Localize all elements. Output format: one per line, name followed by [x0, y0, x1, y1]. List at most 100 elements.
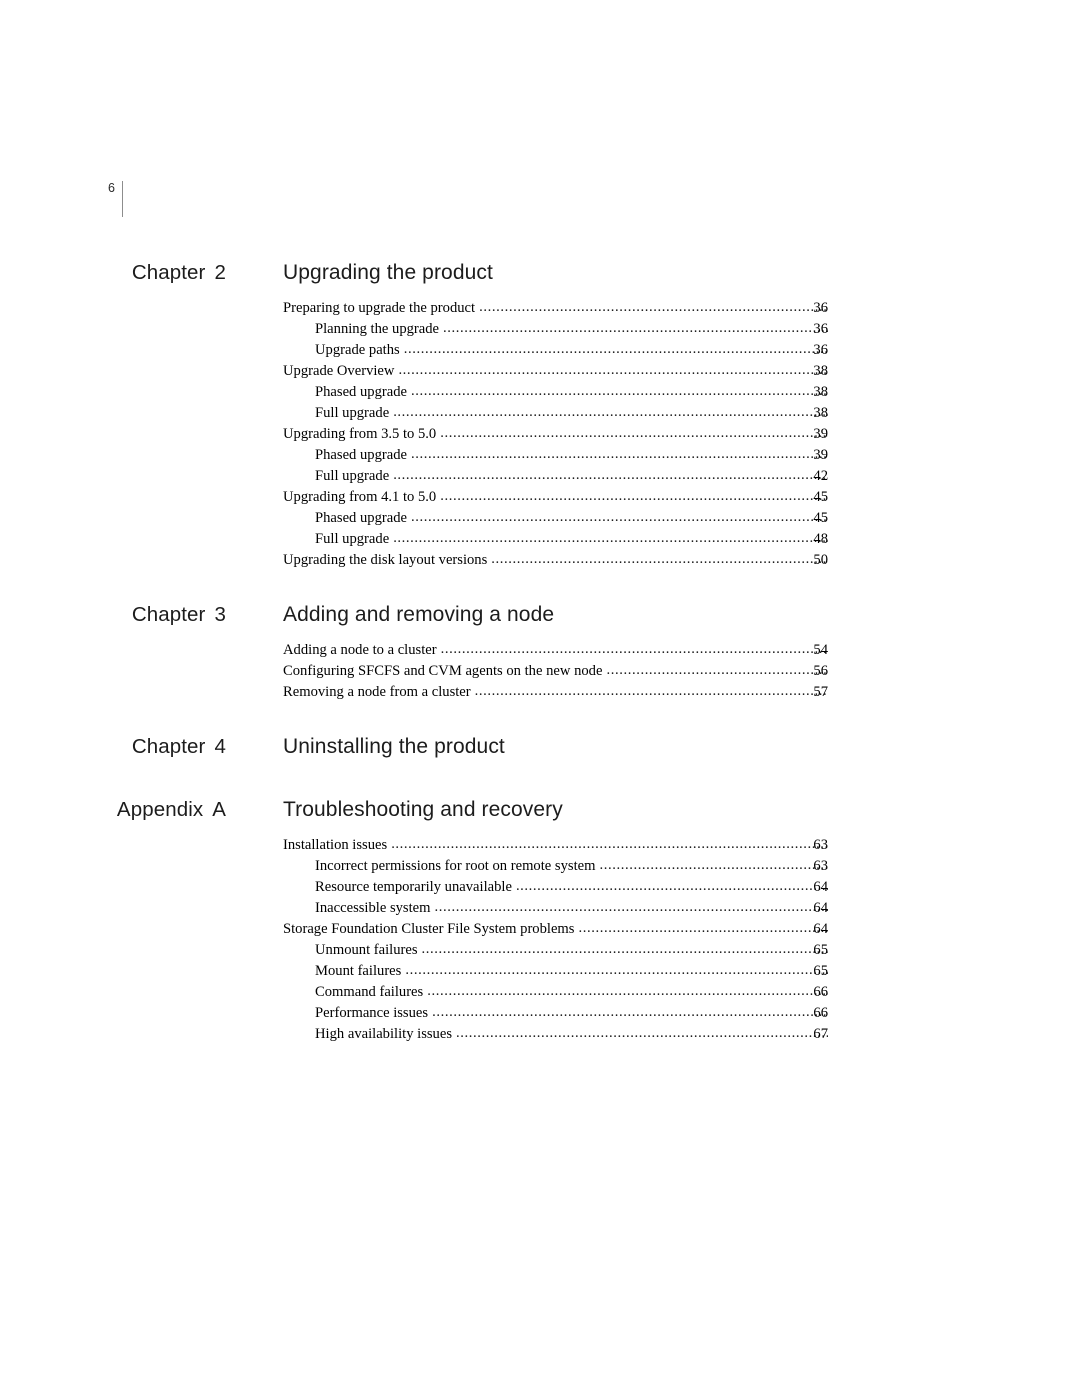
toc-entry[interactable]: Removing a node from a cluster..........…	[0, 682, 1080, 703]
toc-entry-page-number: 54	[813, 642, 828, 658]
chapter-label: Chapter 2	[0, 258, 226, 288]
toc-entry-title: Upgrading the disk layout versions	[283, 552, 488, 568]
toc-dot-leader: ........................................…	[411, 446, 828, 462]
toc-entry[interactable]: Preparing to upgrade the product........…	[0, 298, 1080, 319]
chapter-label-word: Appendix	[116, 798, 204, 821]
toc-entry[interactable]: Full upgrade............................…	[0, 529, 1080, 550]
toc-dot-leader: ........................................…	[440, 425, 828, 441]
chapter-heading[interactable]: Chapter 4 Uninstalling the product	[0, 732, 1080, 766]
toc-entry-page-number: 45	[813, 489, 828, 505]
toc-entry-page-number: 63	[813, 858, 828, 874]
toc-entry[interactable]: Command failures........................…	[0, 982, 1080, 1003]
toc-dot-leader: ........................................…	[440, 641, 828, 657]
toc-entry-page-number: 42	[813, 468, 828, 484]
toc-entry-page-number: 64	[813, 921, 828, 937]
toc-entry-title: High availability issues	[315, 1026, 453, 1042]
chapter-label-word: Chapter	[131, 735, 206, 758]
toc-entry-title: Full upgrade	[315, 531, 390, 547]
toc-entry-page-number: 67	[813, 1026, 828, 1042]
toc-entry-title: Removing a node from a cluster	[283, 684, 471, 700]
toc-dot-leader: ........................................…	[393, 530, 828, 546]
chapter-label: Chapter 4	[0, 732, 226, 762]
toc-entry-page-number: 66	[813, 1005, 828, 1021]
toc-entry-title: Command failures	[315, 984, 424, 1000]
toc-entry-title: Incorrect permissions for root on remote…	[315, 858, 596, 874]
page-number: 6	[108, 181, 116, 195]
toc-entry[interactable]: High availability issues................…	[0, 1024, 1080, 1045]
toc-entry[interactable]: Inaccessible system.....................…	[0, 898, 1080, 919]
toc-entry-page-number: 36	[813, 300, 828, 316]
folio-rule	[122, 181, 124, 217]
toc-entry[interactable]: Installation issues.....................…	[0, 835, 1080, 856]
toc-entry-page-number: 36	[813, 321, 828, 337]
chapter-number: A	[212, 798, 226, 821]
chapter-heading[interactable]: Appendix A Troubleshooting and recovery	[0, 795, 1080, 829]
toc-entry-title: Storage Foundation Cluster File System p…	[283, 921, 575, 937]
toc-entry[interactable]: Full upgrade............................…	[0, 466, 1080, 487]
toc-entry-page-number: 50	[813, 552, 828, 568]
toc-entry[interactable]: Configuring SFCFS and CVM agents on the …	[0, 661, 1080, 682]
toc-entry-title: Performance issues	[315, 1005, 429, 1021]
toc-entry[interactable]: Phased upgrade..........................…	[0, 508, 1080, 529]
toc-entry[interactable]: Planning the upgrade....................…	[0, 319, 1080, 340]
toc-dot-leader: ........................................…	[427, 983, 828, 999]
toc-entry[interactable]: Mount failures..........................…	[0, 961, 1080, 982]
toc-dot-leader: ........................................…	[393, 467, 828, 483]
toc-entry-title: Upgrade paths	[315, 342, 400, 358]
toc-entry[interactable]: Upgrade paths...........................…	[0, 340, 1080, 361]
toc-entry-page-number: 64	[813, 900, 828, 916]
toc-entry[interactable]: Incorrect permissions for root on remote…	[0, 856, 1080, 877]
toc-dot-leader: ........................................…	[411, 383, 828, 399]
toc-entry-page-number: 64	[813, 879, 828, 895]
toc-entry[interactable]: Performance issues......................…	[0, 1003, 1080, 1024]
toc-dot-leader: ........................................…	[421, 941, 828, 957]
chapter-label: Appendix A	[0, 795, 226, 825]
toc-entry-page-number: 39	[813, 426, 828, 442]
toc-entry-list: Preparing to upgrade the product........…	[0, 298, 1080, 571]
toc-entry-title: Upgrade Overview	[283, 363, 395, 379]
table-of-contents: Chapter 2 Upgrading the product Preparing t…	[0, 258, 1080, 1045]
toc-entry[interactable]: Adding a node to a cluster..............…	[0, 640, 1080, 661]
chapter-label: Chapter 3	[0, 600, 226, 630]
toc-dot-leader: ........................................…	[434, 899, 829, 915]
toc-entry[interactable]: Full upgrade............................…	[0, 403, 1080, 424]
toc-entry-title: Mount failures	[315, 963, 402, 979]
chapter-heading[interactable]: Chapter 2 Upgrading the product	[0, 258, 1080, 292]
toc-entry-title: Preparing to upgrade the product	[283, 300, 476, 316]
chapter-title[interactable]: Troubleshooting and recovery	[283, 795, 563, 825]
toc-dot-leader: ........................................…	[391, 836, 828, 852]
toc-entry[interactable]: Phased upgrade..........................…	[0, 445, 1080, 466]
toc-entry-title: Planning the upgrade	[315, 321, 440, 337]
chapter-title[interactable]: Upgrading the product	[283, 258, 493, 288]
toc-entry[interactable]: Upgrading from 3.5 to 5.0...............…	[0, 424, 1080, 445]
toc-entry[interactable]: Upgrade Overview........................…	[0, 361, 1080, 382]
page-folio: 6	[108, 181, 124, 222]
chapter-group: Appendix A Troubleshooting and recovery Ins…	[0, 795, 1080, 1045]
chapter-group: Chapter 4 Uninstalling the product	[0, 732, 1080, 766]
chapter-group: Chapter 2 Upgrading the product Preparing t…	[0, 258, 1080, 571]
toc-entry-page-number: 57	[813, 684, 828, 700]
toc-entry-page-number: 56	[813, 663, 828, 679]
toc-entry-title: Upgrading from 4.1 to 5.0	[283, 489, 437, 505]
toc-entry-title: Installation issues	[283, 837, 388, 853]
toc-entry-page-number: 63	[813, 837, 828, 853]
toc-entry-list: Installation issues.....................…	[0, 835, 1080, 1045]
toc-entry-page-number: 38	[813, 384, 828, 400]
chapter-title[interactable]: Adding and removing a node	[283, 600, 554, 630]
toc-dot-leader: ........................................…	[440, 488, 828, 504]
toc-entry[interactable]: Storage Foundation Cluster File System p…	[0, 919, 1080, 940]
chapter-heading[interactable]: Chapter 3 Adding and removing a node	[0, 600, 1080, 634]
toc-entry-page-number: 39	[813, 447, 828, 463]
toc-entry[interactable]: Unmount failures........................…	[0, 940, 1080, 961]
toc-entry[interactable]: Upgrading the disk layout versions......…	[0, 550, 1080, 571]
toc-entry[interactable]: Upgrading from 4.1 to 5.0...............…	[0, 487, 1080, 508]
toc-entry[interactable]: Resource temporarily unavailable........…	[0, 877, 1080, 898]
toc-entry-title: Inaccessible system	[315, 900, 431, 916]
chapter-group: Chapter 3 Adding and removing a node Adding…	[0, 600, 1080, 703]
chapter-title[interactable]: Uninstalling the product	[283, 732, 505, 762]
toc-entry-page-number: 48	[813, 531, 828, 547]
toc-entry[interactable]: Phased upgrade..........................…	[0, 382, 1080, 403]
toc-dot-leader: ........................................…	[393, 404, 828, 420]
toc-entry-title: Phased upgrade	[315, 384, 407, 400]
toc-dot-leader: ........................................…	[432, 1004, 828, 1020]
